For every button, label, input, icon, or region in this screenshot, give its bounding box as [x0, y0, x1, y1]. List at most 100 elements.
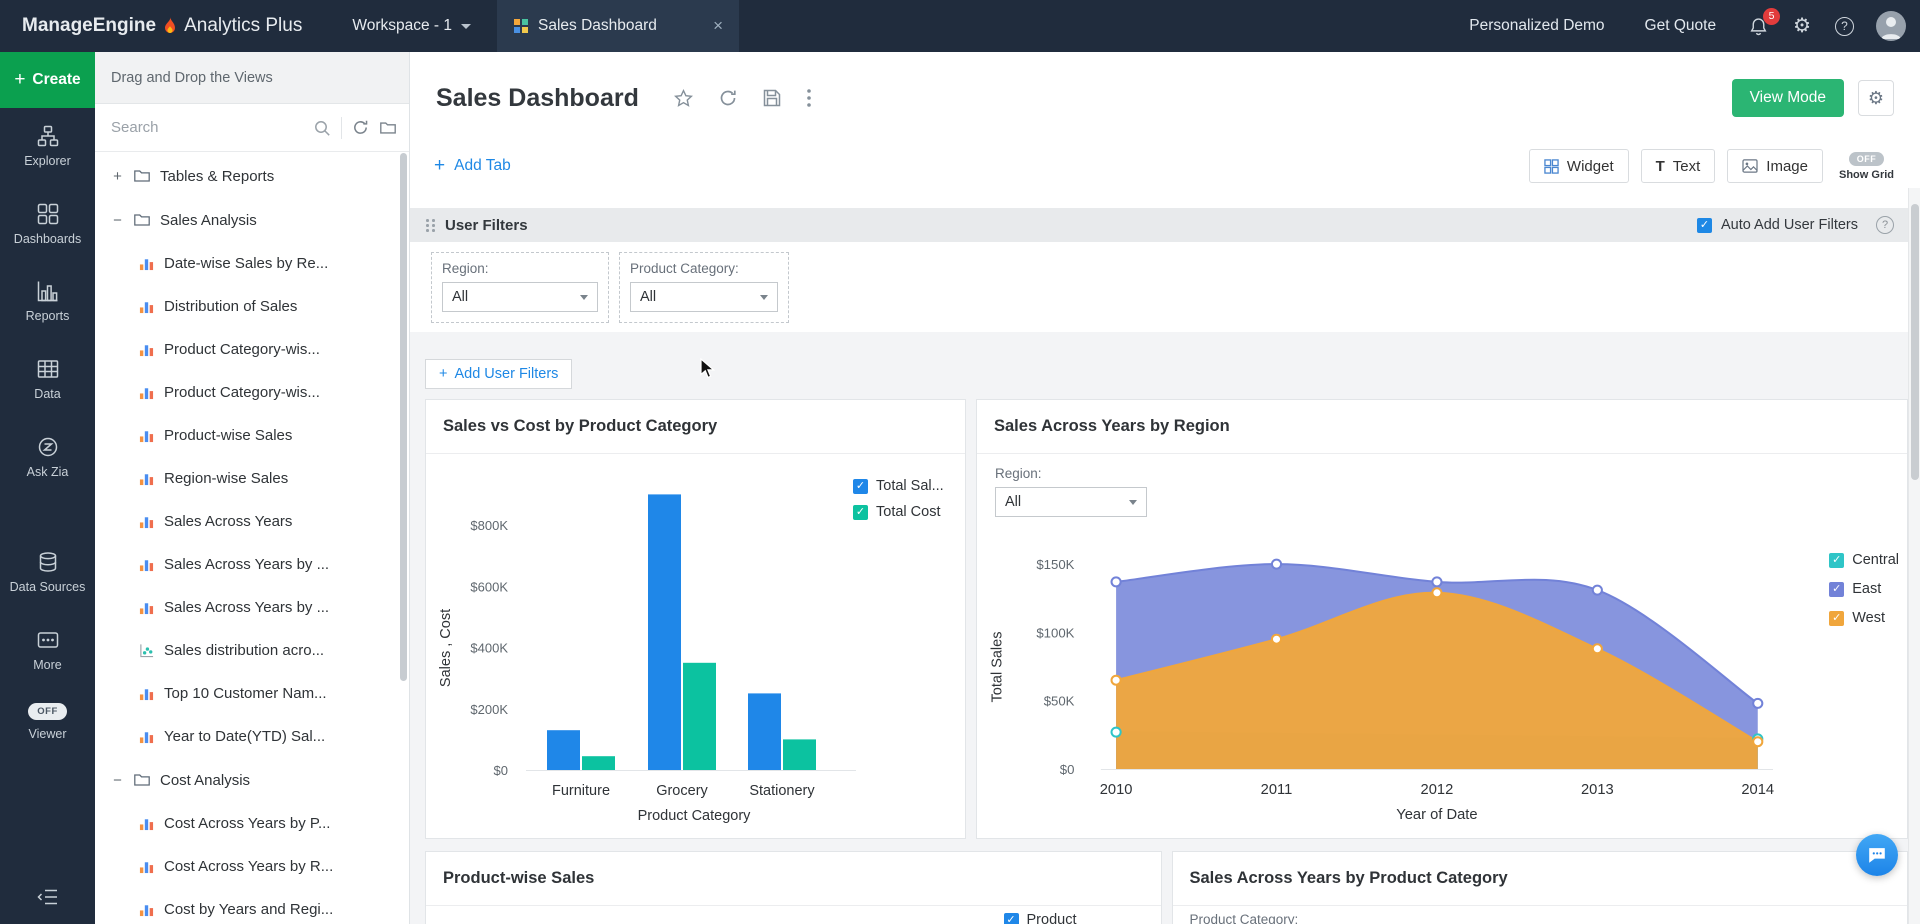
create-label: Create	[32, 71, 80, 89]
dashboard-tab[interactable]: Sales Dashboard ×	[497, 0, 739, 52]
partial-legend[interactable]: ✓ Product	[1004, 912, 1077, 924]
sidebar-item-data-sources[interactable]: Data Sources	[0, 534, 95, 612]
legend-label: Total Cost	[876, 504, 940, 520]
tree-folder-tables-reports[interactable]: + Tables & Reports	[95, 154, 409, 198]
search-icon[interactable]	[313, 119, 331, 137]
get-quote-link[interactable]: Get Quote	[1645, 17, 1717, 35]
bar-chart-icon	[139, 686, 154, 701]
image-label: Image	[1766, 158, 1808, 175]
tree-item-report[interactable]: Top 10 Customer Nam...	[95, 672, 409, 715]
star-icon[interactable]	[673, 88, 694, 109]
region-filter-value: All	[452, 289, 468, 305]
area-chart-title: Sales Across Years by Region	[977, 400, 1907, 454]
tree-item-report[interactable]: Sales Across Years by ...	[95, 586, 409, 629]
viewer-toggle[interactable]: OFF Viewer	[0, 689, 95, 755]
region-filter-select[interactable]: All	[995, 487, 1147, 517]
tree-item-report[interactable]: Date-wise Sales by Re...	[95, 242, 409, 285]
legend-item-west[interactable]: ✓ West	[1829, 610, 1899, 626]
refresh-icon[interactable]	[718, 88, 738, 108]
tree-item-report[interactable]: Product-wise Sales	[95, 414, 409, 457]
main-scrollbar[interactable]	[1908, 188, 1920, 924]
svg-text:Stationery: Stationery	[749, 783, 815, 799]
gear-icon: ⚙	[1793, 16, 1811, 36]
tree-item-report[interactable]: Product Category-wis...	[95, 328, 409, 371]
main-scrollbar-thumb[interactable]	[1911, 204, 1919, 480]
sidebar-item-explorer[interactable]: Explorer	[0, 108, 95, 186]
tree-item-report[interactable]: Year to Date(YTD) Sal...	[95, 715, 409, 758]
sidebar-item-reports[interactable]: Reports	[0, 263, 95, 341]
folder-icon	[133, 167, 151, 185]
region-filter-label: Region:	[442, 261, 598, 276]
dashboard-settings-button[interactable]: ⚙	[1858, 80, 1894, 116]
user-filters-section: User Filters ✓ Auto Add User Filters ? R…	[410, 208, 1908, 332]
svg-text:Product Category: Product Category	[638, 808, 752, 824]
svg-text:$800K: $800K	[470, 518, 508, 533]
image-button[interactable]: Image	[1727, 149, 1823, 183]
add-user-filters-button[interactable]: + Add User Filters	[425, 359, 572, 389]
tree-item-report[interactable]: Distribution of Sales	[95, 285, 409, 328]
legend-item-east[interactable]: ✓ East	[1829, 581, 1899, 597]
bar-chart-panel: Sales vs Cost by Product Category $0$200…	[425, 399, 966, 839]
search-input[interactable]	[111, 119, 303, 136]
svg-text:Total Sales: Total Sales	[989, 632, 1005, 703]
data-icon	[37, 358, 59, 380]
bar-chart-icon	[139, 256, 154, 271]
user-avatar[interactable]	[1876, 11, 1906, 41]
views-scrollbar-thumb[interactable]	[400, 153, 407, 681]
category-filter-select[interactable]: All	[630, 282, 778, 312]
refresh-views-icon[interactable]	[352, 119, 369, 136]
sidebar-item-ask-zia[interactable]: Ask Zia	[0, 419, 95, 497]
text-button[interactable]: T Text	[1641, 149, 1716, 183]
plus-expander-icon[interactable]: +	[111, 168, 124, 185]
sidebar-item-more[interactable]: More	[0, 612, 95, 690]
tree-item-report[interactable]: Sales Across Years	[95, 500, 409, 543]
workspace-switcher[interactable]: Workspace - 1	[326, 0, 497, 52]
svg-text:$100K: $100K	[1036, 625, 1074, 640]
brand-logo[interactable]: ManageEngine Analytics Plus	[0, 15, 326, 37]
legend-item-central[interactable]: ✓ Central	[1829, 552, 1899, 568]
minus-expander-icon[interactable]: −	[111, 212, 124, 229]
tree-folder-sales-analysis[interactable]: − Sales Analysis	[95, 198, 409, 242]
collapse-sidebar-button[interactable]	[0, 872, 95, 924]
legend-item-total-cost[interactable]: ✓ Total Cost	[853, 504, 944, 520]
sidebar-item-data[interactable]: Data	[0, 341, 95, 419]
tree-item-label: Product-wise Sales	[164, 427, 292, 444]
legend-item-total-sales[interactable]: ✓ Total Sal...	[853, 478, 944, 494]
save-icon[interactable]	[762, 88, 782, 108]
tree-folder-cost-analysis[interactable]: − Cost Analysis	[95, 758, 409, 802]
settings-button[interactable]: ⚙	[1793, 16, 1811, 36]
help-icon[interactable]: ?	[1876, 216, 1894, 234]
widget-button[interactable]: Widget	[1529, 149, 1629, 183]
tree-item-report[interactable]: Sales Across Years by ...	[95, 543, 409, 586]
category-filter-box: Product Category: All	[619, 252, 789, 323]
personalized-demo-link[interactable]: Personalized Demo	[1469, 17, 1604, 35]
tree-item-report[interactable]: Region-wise Sales	[95, 457, 409, 500]
text-icon: T	[1656, 158, 1665, 175]
tree-item-report[interactable]: Cost Across Years by P...	[95, 802, 409, 845]
kebab-menu-icon[interactable]	[806, 88, 812, 108]
help-button[interactable]: ?	[1835, 17, 1854, 36]
views-panel: Drag and Drop the Views + Tables & Repor…	[95, 52, 410, 924]
bar-chart-icon	[139, 428, 154, 443]
tree-item-report[interactable]: Cost by Years and Regi...	[95, 888, 409, 924]
view-mode-button[interactable]: View Mode	[1732, 79, 1844, 117]
checkbox-checked-icon[interactable]: ✓	[1697, 218, 1712, 233]
tree-item-report[interactable]: Sales distribution acro...	[95, 629, 409, 672]
add-tab-button[interactable]: + Add Tab	[434, 155, 511, 177]
drag-handle-icon[interactable]	[426, 218, 435, 232]
help-icon: ?	[1835, 17, 1854, 36]
notifications-button[interactable]: 5	[1748, 16, 1769, 37]
region-filter-select[interactable]: All	[442, 282, 598, 312]
tree-item-report[interactable]: Cost Across Years by R...	[95, 845, 409, 888]
show-grid-toggle[interactable]: OFF Show Grid	[1839, 152, 1894, 181]
tree-item-report[interactable]: Product Category-wis...	[95, 371, 409, 414]
sidebar-item-dashboards[interactable]: Dashboards	[0, 186, 95, 264]
dashboard-canvas: User Filters ✓ Auto Add User Filters ? R…	[410, 208, 1920, 924]
create-button[interactable]: + Create	[0, 52, 95, 108]
minus-expander-icon[interactable]: −	[111, 772, 124, 789]
bar-chart-body: $0$200K$400K$600K$800KSales , CostFurnit…	[426, 454, 965, 840]
folder-view-icon[interactable]	[379, 119, 397, 137]
close-icon[interactable]: ×	[713, 16, 723, 36]
chat-assistant-button[interactable]	[1856, 834, 1898, 876]
auto-add-label: Auto Add User Filters	[1721, 217, 1858, 233]
